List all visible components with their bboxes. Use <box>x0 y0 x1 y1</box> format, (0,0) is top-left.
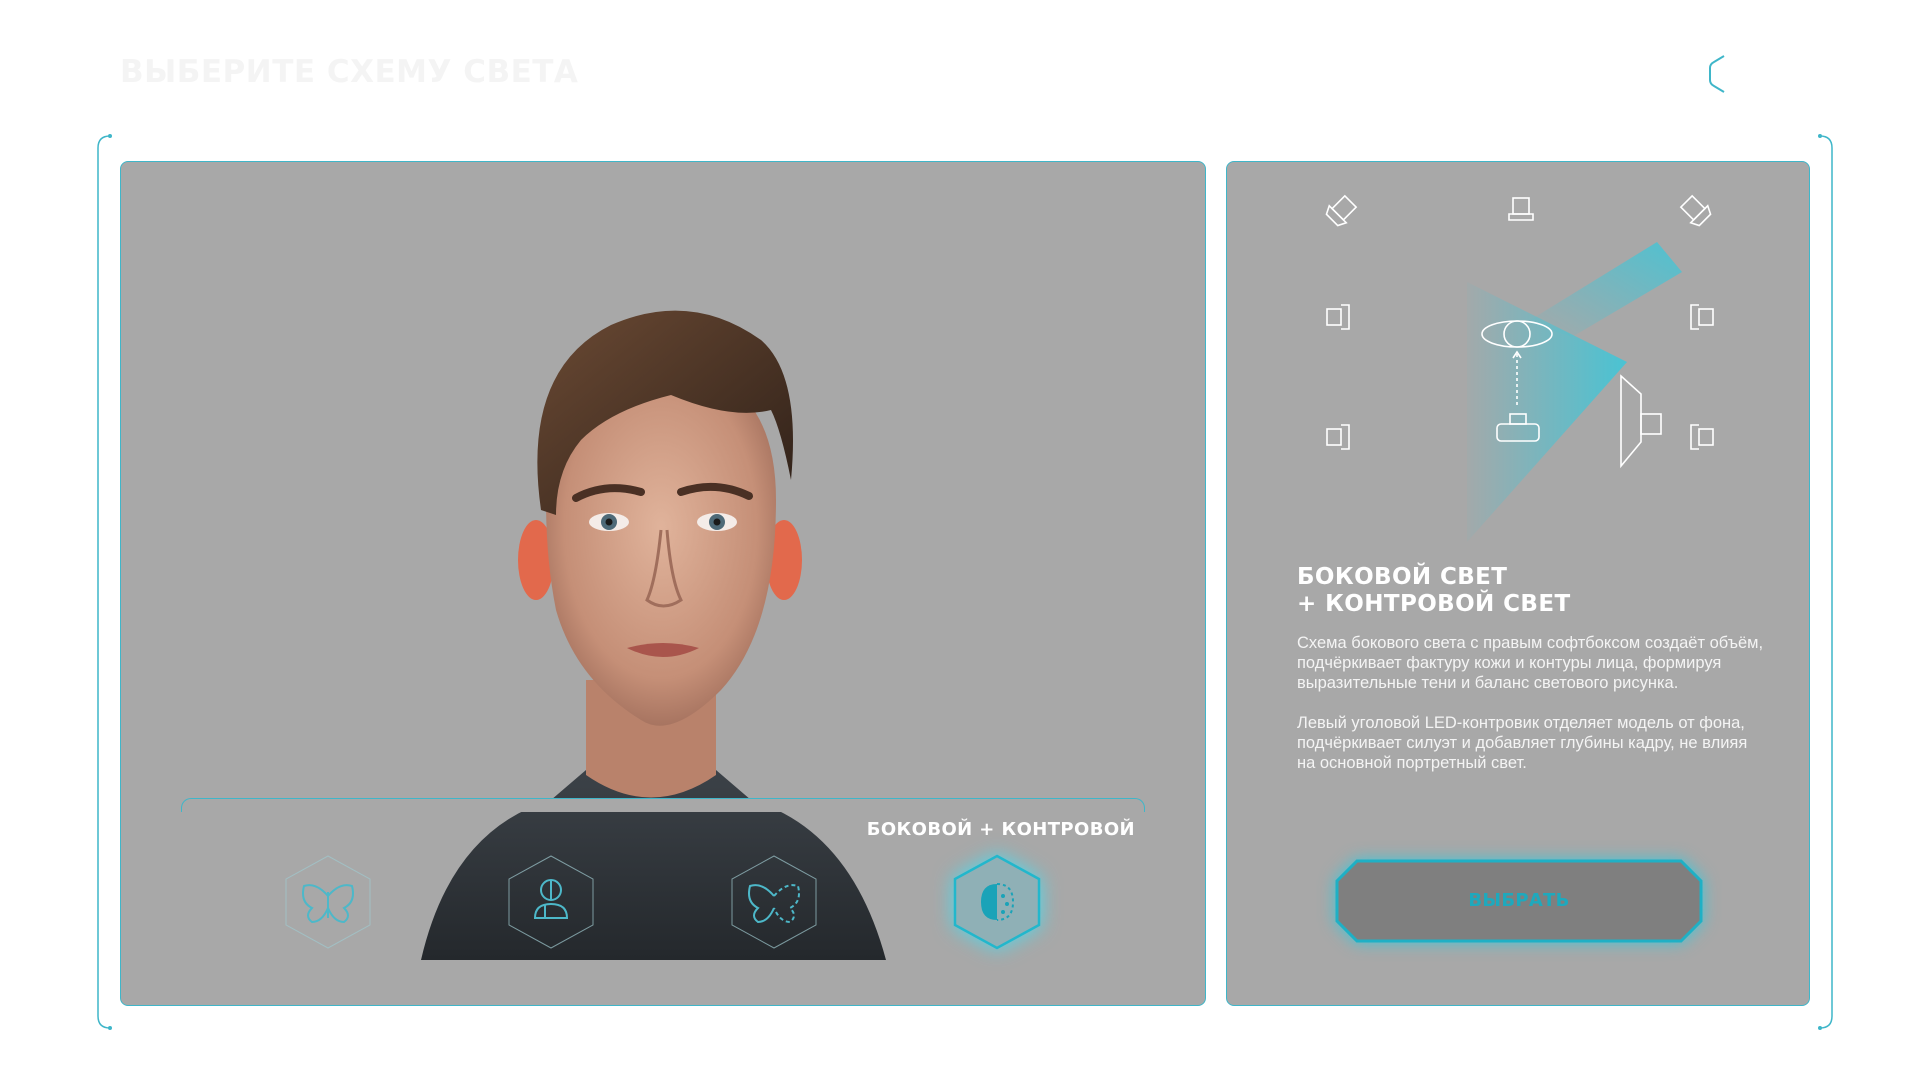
page-title: ВЫБЕРИТЕ СХЕМУ СВЕТА <box>120 54 579 90</box>
scheme-option-side-rim[interactable] <box>951 852 1043 952</box>
scheme-title-line2: + КОНТРОВОЙ СВЕТ <box>1297 591 1571 617</box>
description-paragraph-2: Левый уголовой LED-контровик отделяет мо… <box>1297 714 1748 772</box>
portrait-image <box>421 310 886 960</box>
chevron-left-icon <box>1709 55 1725 93</box>
scheme-info-panel: БОКОВОЙ СВЕТ + КОНТРОВОЙ СВЕТ Схема боко… <box>1226 161 1810 1006</box>
select-button-label: ВЫБРАТЬ <box>1468 890 1570 911</box>
scheme-option-split-butterfly[interactable] <box>728 852 820 952</box>
lighting-diagram <box>1325 194 1714 542</box>
preview-panel: БОКОВОЙ + КОНТРОВОЙ <box>120 161 1206 1006</box>
light-left-lower-icon <box>1326 424 1350 450</box>
portrait-divider <box>181 798 1145 812</box>
light-right-upper-icon <box>1690 304 1714 330</box>
light-top-left-icon <box>1325 194 1358 227</box>
light-right-lower-icon <box>1690 424 1714 450</box>
portrait-light-icon <box>533 879 569 919</box>
select-button[interactable]: ВЫБРАТЬ <box>1331 851 1707 951</box>
light-top-right-icon <box>1679 194 1712 227</box>
scheme-description: Схема бокового света с правым софтбоксом… <box>1297 633 1767 793</box>
split-butterfly-icon <box>748 884 800 924</box>
description-paragraph-1: Схема бокового света с правым софтбоксом… <box>1297 634 1764 692</box>
light-left-upper-icon <box>1326 304 1350 330</box>
rim-light-beam <box>1527 242 1682 337</box>
scheme-option-portrait[interactable] <box>505 852 597 952</box>
scheme-title: БОКОВОЙ СВЕТ + КОНТРОВОЙ СВЕТ <box>1297 564 1767 618</box>
frame-bracket-left <box>97 134 112 1030</box>
scheme-option-butterfly[interactable] <box>282 852 374 952</box>
light-top-center-icon <box>1508 197 1534 221</box>
back-button[interactable] <box>1700 52 1736 96</box>
frame-bracket-right <box>1818 134 1833 1030</box>
butterfly-icon <box>302 884 354 924</box>
selected-scheme-label: БОКОВОЙ + КОНТРОВОЙ <box>866 819 1135 840</box>
softbox-icon <box>1620 374 1662 469</box>
scheme-title-line1: БОКОВОЙ СВЕТ <box>1297 564 1508 590</box>
